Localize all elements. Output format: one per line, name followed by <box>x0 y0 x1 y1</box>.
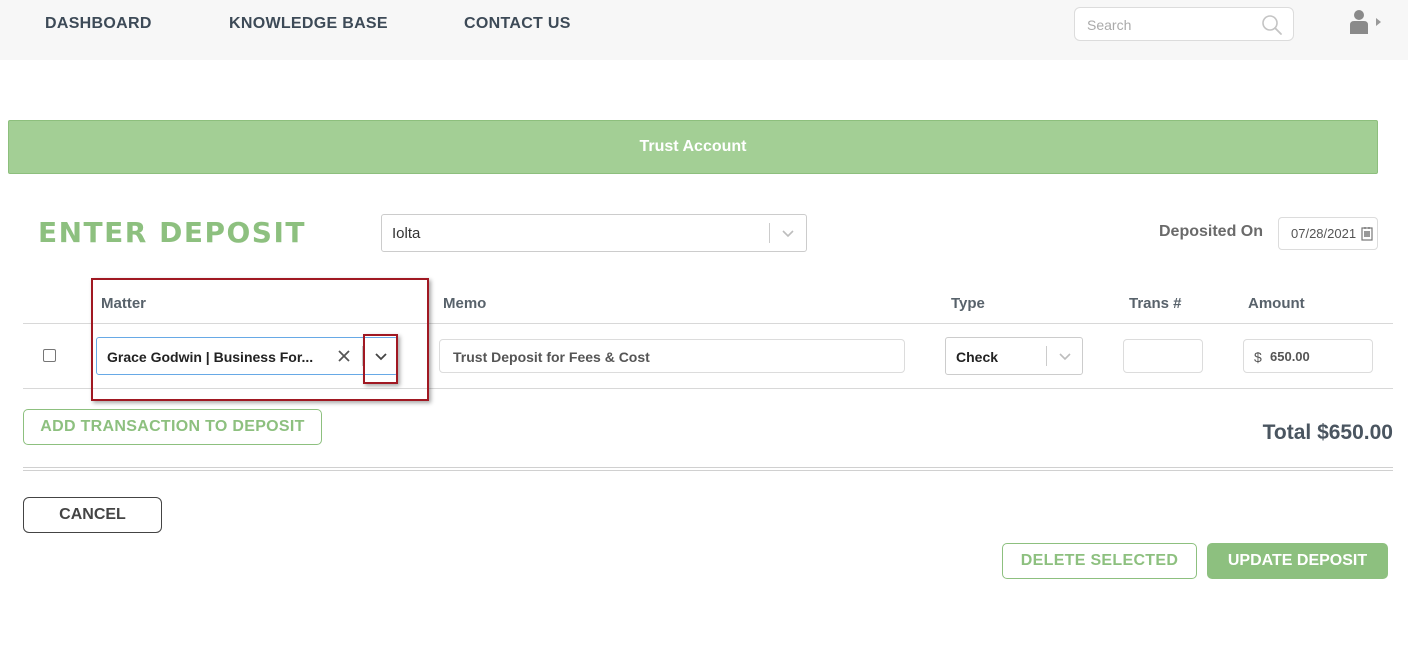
search-icon[interactable] <box>1261 14 1283 36</box>
type-select[interactable]: Check <box>945 337 1083 375</box>
table-divider <box>23 323 1393 324</box>
search-box <box>1074 7 1294 41</box>
delete-selected-button[interactable]: DELETE SELECTED <box>1002 543 1197 579</box>
user-menu-caret-icon[interactable] <box>1376 18 1381 26</box>
nav-knowledge-base[interactable]: KNOWLEDGE BASE <box>229 15 388 33</box>
nav-contact-us[interactable]: CONTACT US <box>464 15 571 33</box>
add-transaction-button[interactable]: ADD TRANSACTION TO DEPOSIT <box>23 409 322 445</box>
close-icon[interactable] <box>337 349 351 363</box>
currency-symbol: $ <box>1254 349 1262 365</box>
update-deposit-button[interactable]: UPDATE DEPOSIT <box>1207 543 1388 579</box>
col-header-matter: Matter <box>101 295 147 312</box>
col-header-amount: Amount <box>1248 295 1305 312</box>
deposited-on-label: Deposited On <box>1159 223 1264 240</box>
memo-value: Trust Deposit for Fees & Cost <box>453 349 650 365</box>
cancel-button[interactable]: CANCEL <box>23 497 162 533</box>
amount-value: 650.00 <box>1270 349 1310 364</box>
chevron-down-icon[interactable] <box>373 349 389 363</box>
chevron-down-icon[interactable] <box>1057 349 1073 363</box>
col-header-type: Type <box>951 295 985 312</box>
select-separator <box>362 346 363 366</box>
select-separator <box>769 223 770 243</box>
type-select-value: Check <box>956 349 999 365</box>
matter-select[interactable]: Grace Godwin | Business For... <box>96 337 398 375</box>
memo-input[interactable]: Trust Deposit for Fees & Cost <box>439 339 905 373</box>
top-navbar: DASHBOARD KNOWLEDGE BASE CONTACT US <box>0 0 1408 60</box>
chevron-down-icon[interactable] <box>780 226 796 240</box>
user-icon[interactable] <box>1347 9 1371 35</box>
matter-select-value: Grace Godwin | Business For... <box>107 349 314 365</box>
deposit-total: Total $650.00 <box>1262 421 1393 444</box>
page-title: ENTER DEPOSIT <box>38 216 306 249</box>
col-header-trans: Trans # <box>1129 295 1182 312</box>
calendar-icon[interactable] <box>1361 226 1373 241</box>
col-header-memo: Memo <box>443 295 487 312</box>
trust-account-banner: Trust Account <box>8 120 1378 174</box>
section-divider <box>23 467 1393 471</box>
trans-number-input[interactable] <box>1123 339 1203 373</box>
table-divider <box>23 388 1393 389</box>
nav-dashboard[interactable]: DASHBOARD <box>45 15 152 33</box>
deposited-on-date-value: 07/28/2021 <box>1291 226 1357 241</box>
select-separator <box>1046 346 1047 366</box>
amount-input[interactable]: $ 650.00 <box>1243 339 1373 373</box>
search-input[interactable] <box>1087 15 1257 35</box>
account-select-value: Iolta <box>392 225 421 242</box>
account-select[interactable]: Iolta <box>381 214 807 252</box>
deposited-on-date-field[interactable]: 07/28/2021 <box>1278 217 1378 250</box>
row-select-checkbox[interactable] <box>43 349 56 362</box>
